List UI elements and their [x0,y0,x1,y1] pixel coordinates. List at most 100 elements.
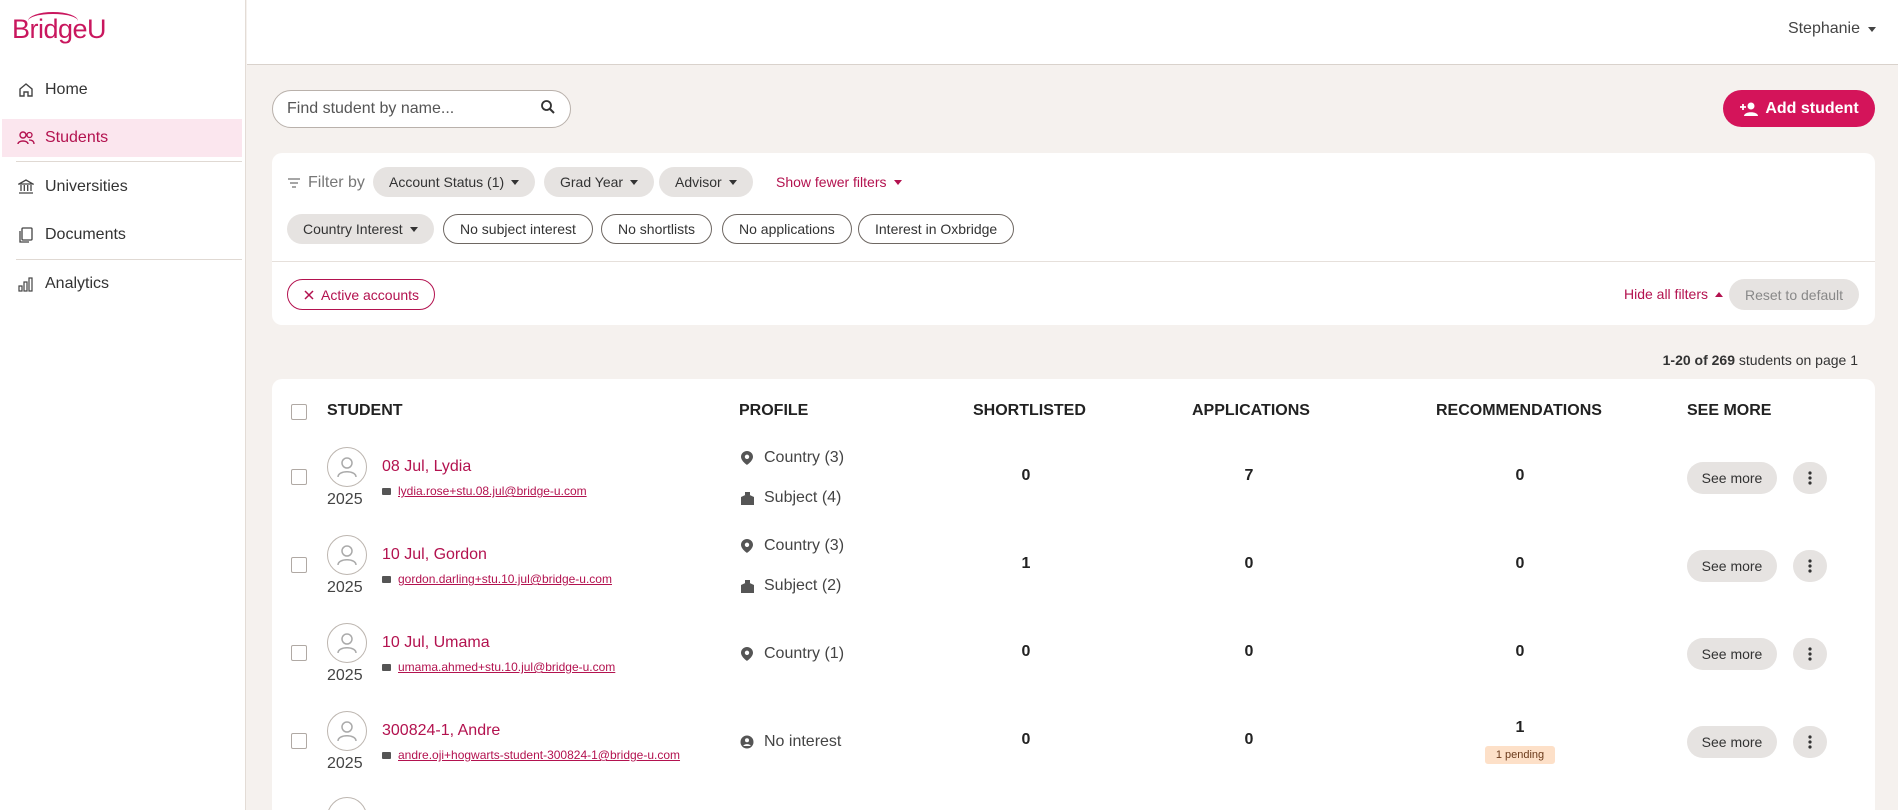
filter-account-status[interactable]: Account Status (1) [373,167,536,197]
search-icon[interactable] [540,99,556,120]
kebab-menu-icon [1808,647,1812,661]
toggle-no-shortlists[interactable]: No shortlists [601,214,713,244]
sidebar-item-universities[interactable]: Universities [2,168,242,206]
filter-grad-year[interactable]: Grad Year [544,167,655,197]
student-search [272,90,571,128]
search-input[interactable] [287,100,540,118]
toggle-interest-in-oxbridge[interactable]: Interest in Oxbridge [858,214,1015,244]
university-icon [17,178,35,196]
reset-to-default-button[interactable]: Reset to default [1729,279,1859,310]
sidebar-item-label: Analytics [45,275,110,292]
toggle-no-subject-interest[interactable]: No subject interest [443,214,593,244]
grad-year: 2025 [327,579,363,596]
more-options-button[interactable] [1793,550,1827,582]
grad-year: 2025 [327,667,363,684]
applications-count: 0 [1244,643,1254,660]
no-interest-icon [740,735,754,749]
grad-year: 2025 [327,755,363,772]
sidebar-item-label: Universities [45,178,128,195]
filter-icon [288,178,300,188]
pending-badge: 1 pending [1485,746,1555,764]
toggle-no-applications[interactable]: No applications [722,214,852,244]
student-name-link[interactable]: 10 Jul, Gordon [382,546,487,564]
mail-icon [382,663,391,671]
avatar [327,535,367,575]
students-table: STUDENT PROFILE SHORTLISTED APPLICATIONS… [272,379,1875,810]
avatar [327,447,367,487]
grad-year: 2025 [327,491,363,508]
profile-country: Country (1) [740,645,844,663]
profile-country: Country (3) [740,449,844,467]
hide-all-filters-link[interactable]: Hide all filters [1624,286,1723,302]
recommendations-count: 1 [1515,719,1525,736]
nav-divider [16,259,242,260]
add-student-label: Add student [1765,99,1859,117]
user-menu[interactable]: Stephanie [1788,20,1876,38]
chevron-down-icon [1868,26,1876,32]
chevron-down-icon [894,179,903,185]
sidebar-item-students[interactable]: Students [2,119,242,157]
location-pin-icon [740,451,754,465]
see-more-button[interactable]: See more [1687,638,1777,670]
row-checkbox[interactable] [291,557,307,573]
student-email-link[interactable]: gordon.darling+stu.10.jul@bridge-u.com [382,572,612,586]
location-pin-icon [740,647,754,661]
student-name-link[interactable]: 08 Jul, Lydia [382,458,471,476]
applications-count: 0 [1244,555,1254,572]
student-name-link[interactable]: 10 Jul, Umama [382,634,490,652]
chevron-down-icon [511,179,520,185]
profile-subject: Subject (2) [740,577,841,595]
table-row: 2025 300824-1, Andre andre.oji+hogwarts-… [272,711,1875,799]
column-header-see-more: SEE MORE [1687,402,1772,419]
more-options-button[interactable] [1793,462,1827,494]
see-more-button[interactable]: See more [1687,462,1777,494]
sidebar-item-label: Students [45,129,109,146]
mail-icon [382,487,391,495]
column-header-shortlisted: SHORTLISTED [973,402,1086,419]
profile-subject: Subject (4) [740,489,841,507]
pagination-summary: 1-20 of 269 students on page 1 [1662,352,1858,368]
avatar [327,711,367,751]
show-fewer-filters-link[interactable]: Show fewer filters [776,174,903,190]
chevron-down-icon [409,226,418,232]
mail-icon [382,575,391,583]
sidebar-item-documents[interactable]: Documents [2,216,242,254]
row-checkbox[interactable] [291,469,307,485]
see-more-button[interactable]: See more [1687,550,1777,582]
row-checkbox[interactable] [291,733,307,749]
more-options-button[interactable] [1793,726,1827,758]
filter-advisor[interactable]: Advisor [659,167,753,197]
table-row: 2025 10 Jul, Gordon gordon.darling+stu.1… [272,535,1875,623]
avatar [327,623,367,663]
analytics-icon [17,275,35,293]
filter-country-interest[interactable]: Country Interest [287,214,434,244]
column-header-student[interactable]: STUDENT [327,402,403,420]
student-email-link[interactable]: umama.ahmed+stu.10.jul@bridge-u.com [382,660,615,674]
filter-divider [272,261,1875,262]
row-checkbox[interactable] [291,645,307,661]
subject-box-icon [740,579,754,593]
recommendations-count: 0 [1515,555,1525,572]
chevron-down-icon [630,179,639,185]
sidebar-item-home[interactable]: Home [2,71,242,109]
users-icon [17,129,35,147]
shortlisted-count: 0 [1021,643,1031,660]
student-email-link[interactable]: andre.oji+hogwarts-student-300824-1@brid… [382,748,680,762]
location-pin-icon [740,539,754,553]
recommendations-count: 0 [1515,643,1525,660]
select-all-checkbox[interactable] [291,404,307,420]
student-name-link[interactable]: 300824-1, Andre [382,722,500,740]
shortlisted-count: 0 [1021,731,1031,748]
documents-icon [17,226,35,244]
profile-country: Country (3) [740,537,844,555]
active-filter-chip[interactable]: Active accounts [287,279,436,310]
add-student-button[interactable]: Add student [1723,90,1875,127]
bridgeu-logo[interactable]: BridgeU [12,14,107,45]
nav-divider [16,161,242,162]
shortlisted-count: 0 [1021,467,1031,484]
more-options-button[interactable] [1793,638,1827,670]
sidebar-item-label: Home [45,81,88,98]
sidebar-item-analytics[interactable]: Analytics [2,265,242,303]
student-email-link[interactable]: lydia.rose+stu.08.jul@bridge-u.com [382,484,587,498]
see-more-button[interactable]: See more [1687,726,1777,758]
